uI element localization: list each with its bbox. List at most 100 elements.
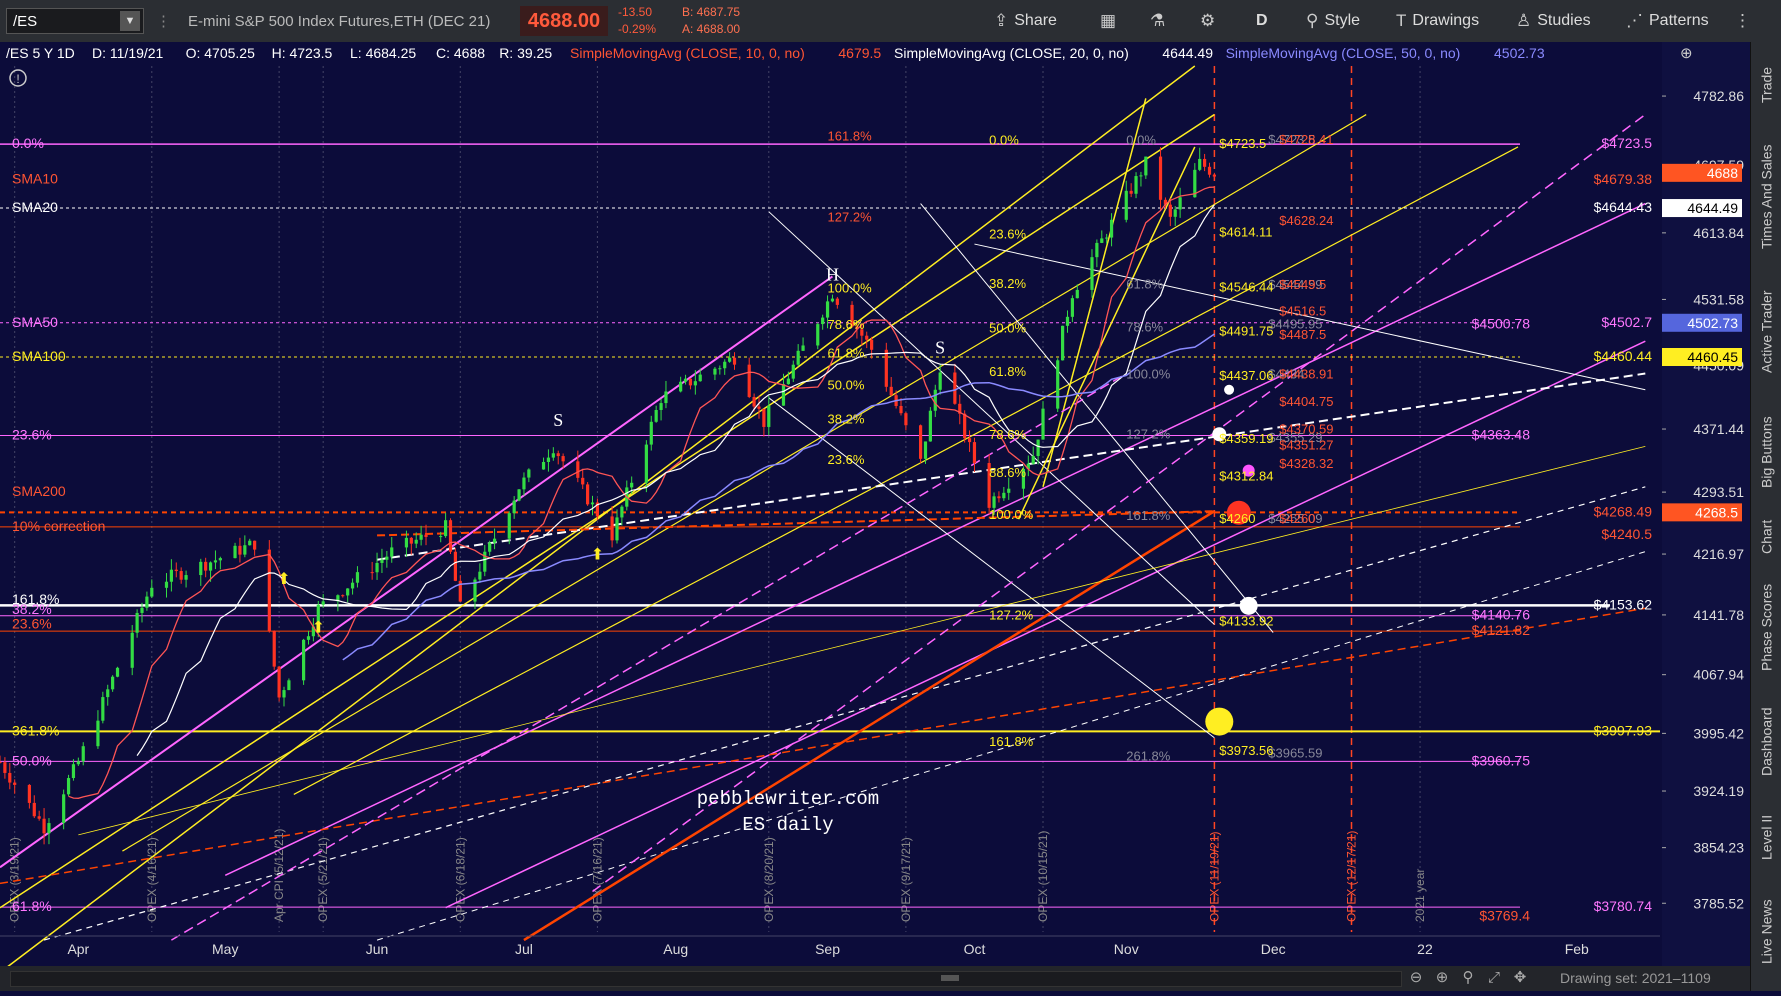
candle-body bbox=[781, 384, 786, 406]
magnifier-icon[interactable]: ⚲ bbox=[1457, 968, 1479, 988]
legend-item: C: 4688 bbox=[436, 45, 485, 61]
candle-body bbox=[27, 784, 31, 803]
beaker-button[interactable]: ⚗ bbox=[1150, 0, 1165, 42]
expand-icon[interactable]: ⤢ bbox=[1483, 968, 1505, 988]
zoom-out-icon[interactable]: ⊖ bbox=[1405, 968, 1427, 988]
candle-body bbox=[145, 596, 149, 608]
price-level-label: $4491.75 bbox=[1219, 324, 1273, 339]
price-tick-label: 4067.94 bbox=[1693, 667, 1744, 683]
sidebar-tab-dashboard[interactable]: Dashboard bbox=[1751, 692, 1781, 792]
price-level-label: $4370.59 bbox=[1279, 422, 1333, 437]
sidebar-tab-big-buttons[interactable]: Big Buttons bbox=[1751, 402, 1781, 502]
candle-body bbox=[483, 551, 487, 572]
sidebar-tab-trade[interactable]: Trade bbox=[1751, 50, 1781, 120]
price-chart[interactable]: OPEX (3/19/21)OPEX (4/16/21)Apr CPI (5/1… bbox=[0, 42, 1750, 991]
price-tick-label: 4141.78 bbox=[1693, 607, 1744, 623]
more-button[interactable]: ⋮ bbox=[1734, 0, 1751, 42]
candle-body bbox=[928, 410, 932, 442]
price-level-label: $4437.06 bbox=[1219, 368, 1273, 383]
price-tick-label: 3995.42 bbox=[1693, 725, 1744, 741]
time-axis-label: May bbox=[212, 941, 238, 957]
candle-body bbox=[424, 534, 428, 537]
candle-body bbox=[390, 547, 394, 557]
event-label: OPEX (5/21/21) bbox=[316, 837, 330, 922]
sidebar-tab-times-and-sales[interactable]: Times And Sales bbox=[1751, 132, 1781, 262]
settings-button[interactable]: ⚙ bbox=[1200, 0, 1215, 42]
fib-grey-label: 161.8% bbox=[1126, 508, 1171, 523]
flexible-grid-button[interactable]: ▦ bbox=[1100, 0, 1116, 42]
candle-body bbox=[659, 403, 663, 410]
legend-item: L: 4684.25 bbox=[350, 45, 416, 61]
pan-icon[interactable]: ✥ bbox=[1509, 968, 1531, 988]
period-button[interactable]: D bbox=[1256, 0, 1268, 42]
candle-body bbox=[899, 405, 903, 414]
chevron-down-icon[interactable]: ▼ bbox=[120, 11, 140, 31]
price-badge-text: 4644.49 bbox=[1687, 200, 1738, 216]
chart-background bbox=[0, 42, 1750, 991]
scrollbar-thumb[interactable] bbox=[941, 975, 959, 981]
target-dot bbox=[1239, 596, 1258, 615]
gear-icon: ⚙ bbox=[1200, 11, 1216, 30]
candle-body bbox=[253, 540, 257, 550]
candle-body bbox=[693, 381, 697, 386]
candle-body bbox=[1124, 190, 1128, 220]
share-label: Share bbox=[1014, 12, 1057, 29]
right-level-value: $4723.5 bbox=[1601, 135, 1652, 151]
event-label: OPEX (8/20/21) bbox=[762, 837, 776, 922]
zoom-in-icon[interactable]: ⊕ bbox=[1431, 968, 1453, 988]
horizontal-scrollbar[interactable] bbox=[10, 971, 1402, 987]
patterns-button[interactable]: ⋰ Patterns bbox=[1626, 0, 1709, 42]
candle-body bbox=[551, 453, 555, 458]
candle-body bbox=[47, 823, 51, 834]
left-level-label: SMA20 bbox=[12, 199, 58, 215]
toolbar: /ES ▼ ⋮ E-mini S&P 500 Index Futures,ETH… bbox=[0, 0, 1781, 43]
candle-body bbox=[732, 357, 737, 365]
price-level-label: $4359.19 bbox=[1219, 431, 1273, 446]
fib-label: 23.6% bbox=[828, 452, 865, 467]
legend-item: D: 11/19/21 bbox=[92, 45, 164, 61]
fib-label: 100.0% bbox=[989, 507, 1034, 522]
sidebar-tab-live-news[interactable]: Live News bbox=[1751, 882, 1781, 982]
price-tick-label: 4531.58 bbox=[1693, 291, 1744, 307]
candle-body bbox=[1041, 408, 1045, 440]
candle-body bbox=[654, 409, 658, 422]
sidebar-tab-active-trader[interactable]: Active Trader bbox=[1751, 272, 1781, 392]
right-level-value: $4644.43 bbox=[1594, 199, 1653, 215]
grip-icon: ⋮ bbox=[156, 13, 171, 30]
left-level-label: 361.8% bbox=[12, 722, 59, 738]
time-axis-label: Feb bbox=[1565, 941, 1589, 957]
candle-body bbox=[615, 517, 619, 541]
sidebar-tab-chart[interactable]: Chart bbox=[1751, 512, 1781, 562]
last-price: 4688.00 bbox=[520, 6, 608, 36]
mid-level-value: $3769.4 bbox=[1479, 907, 1530, 923]
sidebar-tab-phase-scores[interactable]: Phase Scores bbox=[1751, 572, 1781, 682]
price-tick-label: 3924.19 bbox=[1693, 783, 1744, 799]
fib-grey-label: 261.8% bbox=[1126, 748, 1171, 763]
price-level-label: $4614.11 bbox=[1219, 225, 1272, 240]
candle-body bbox=[1070, 298, 1074, 317]
candle-body bbox=[610, 516, 614, 541]
candle-body bbox=[272, 630, 276, 667]
candle-body bbox=[512, 500, 516, 514]
studies-button[interactable]: ♙ Studies bbox=[1516, 0, 1591, 42]
fib-label: 127.2% bbox=[989, 608, 1034, 623]
fib-label: 161.8% bbox=[989, 734, 1034, 749]
left-level-label: SMA10 bbox=[12, 171, 58, 187]
candle-body bbox=[561, 456, 565, 462]
candle-body bbox=[918, 425, 923, 459]
style-label: Style bbox=[1324, 12, 1361, 29]
style-button[interactable]: ⚲ Style bbox=[1306, 0, 1360, 42]
candle-body bbox=[488, 542, 492, 552]
drawing-set-label: Drawing set: 2021–1109 bbox=[1560, 970, 1711, 986]
candle-body bbox=[13, 782, 17, 785]
drawings-button[interactable]: T Drawings bbox=[1396, 0, 1479, 42]
candle-body bbox=[1212, 174, 1216, 177]
candle-body bbox=[277, 666, 281, 698]
candle-body bbox=[1036, 439, 1040, 456]
period-label: D bbox=[1256, 12, 1268, 29]
share-button[interactable]: ⇪ Share bbox=[994, 0, 1057, 42]
sidebar-tab-level-ii[interactable]: Level II bbox=[1751, 802, 1781, 872]
chart-area[interactable]: OPEX (3/19/21)OPEX (4/16/21)Apr CPI (5/1… bbox=[0, 42, 1750, 991]
drawings-icon: T bbox=[1396, 11, 1407, 30]
candle-body bbox=[346, 588, 350, 596]
